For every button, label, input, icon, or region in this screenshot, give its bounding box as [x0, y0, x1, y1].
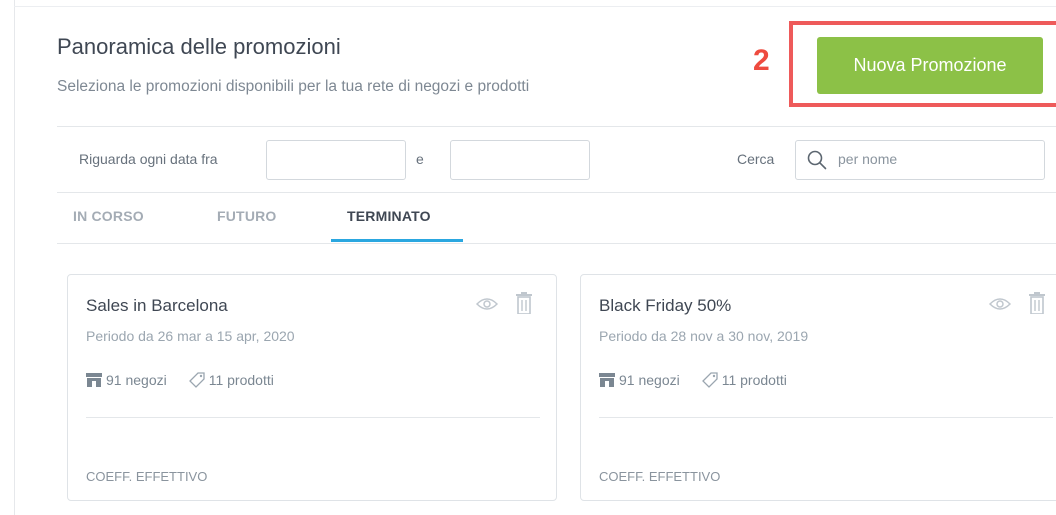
store-icon: [86, 373, 102, 387]
promotion-card[interactable]: Sales in Barcelona Periodo da 26 mar a 1…: [67, 274, 557, 501]
tab-futuro[interactable]: FUTURO: [217, 208, 277, 224]
tab-terminato[interactable]: TERMINATO: [347, 208, 431, 224]
date-from-input[interactable]: [266, 140, 406, 180]
trash-icon[interactable]: [1029, 292, 1045, 314]
page-subtitle: Seleziona le promozioni disponibili per …: [57, 78, 530, 95]
search-placeholder: per nome: [838, 151, 898, 167]
promotion-title: Sales in Barcelona: [86, 296, 228, 315]
eye-icon[interactable]: [476, 297, 498, 311]
divider: [57, 192, 1056, 193]
tag-icon: [188, 372, 205, 388]
card-divider: [599, 417, 1053, 418]
tag-icon: [701, 372, 718, 388]
store-count: 91 negozi: [106, 372, 167, 388]
search-input[interactable]: per nome: [795, 140, 1045, 180]
page-title: Panoramica delle promozioni: [57, 34, 341, 59]
search-label: Cerca: [737, 151, 775, 167]
panel-top-border: [14, 6, 1056, 7]
eye-icon[interactable]: [989, 297, 1011, 311]
promotion-meta: 91 negozi 11 prodotti: [86, 372, 274, 388]
coefficient-label: COEFF. EFFETTIVO: [86, 469, 208, 484]
product-count: 11 prodotti: [721, 372, 787, 388]
new-promotion-button[interactable]: Nuova Promozione: [817, 37, 1043, 94]
date-and-label: e: [416, 151, 424, 167]
search-icon: [807, 150, 827, 170]
tab-in-corso[interactable]: IN CORSO: [73, 208, 144, 224]
promotion-period: Periodo da 28 nov a 30 nov, 2019: [599, 328, 809, 344]
promotion-card[interactable]: Black Friday 50% Periodo da 28 nov a 30 …: [580, 274, 1056, 501]
promotion-title: Black Friday 50%: [599, 296, 732, 315]
store-icon: [599, 373, 615, 387]
divider: [57, 126, 1056, 127]
card-divider: [86, 417, 540, 418]
store-count: 91 negozi: [619, 372, 680, 388]
promotion-meta: 91 negozi 11 prodotti: [599, 372, 787, 388]
coefficient-label: COEFF. EFFETTIVO: [599, 469, 721, 484]
panel-left-border: [14, 0, 15, 515]
trash-icon[interactable]: [516, 292, 532, 314]
product-count: 11 prodotti: [208, 372, 274, 388]
divider: [57, 243, 1056, 244]
annotation-number: 2: [753, 44, 770, 77]
active-tab-indicator: [331, 239, 463, 242]
date-to-input[interactable]: [450, 140, 590, 180]
date-range-label: Riguarda ogni data fra: [79, 151, 218, 167]
promotion-period: Periodo da 26 mar a 15 apr, 2020: [86, 328, 295, 344]
